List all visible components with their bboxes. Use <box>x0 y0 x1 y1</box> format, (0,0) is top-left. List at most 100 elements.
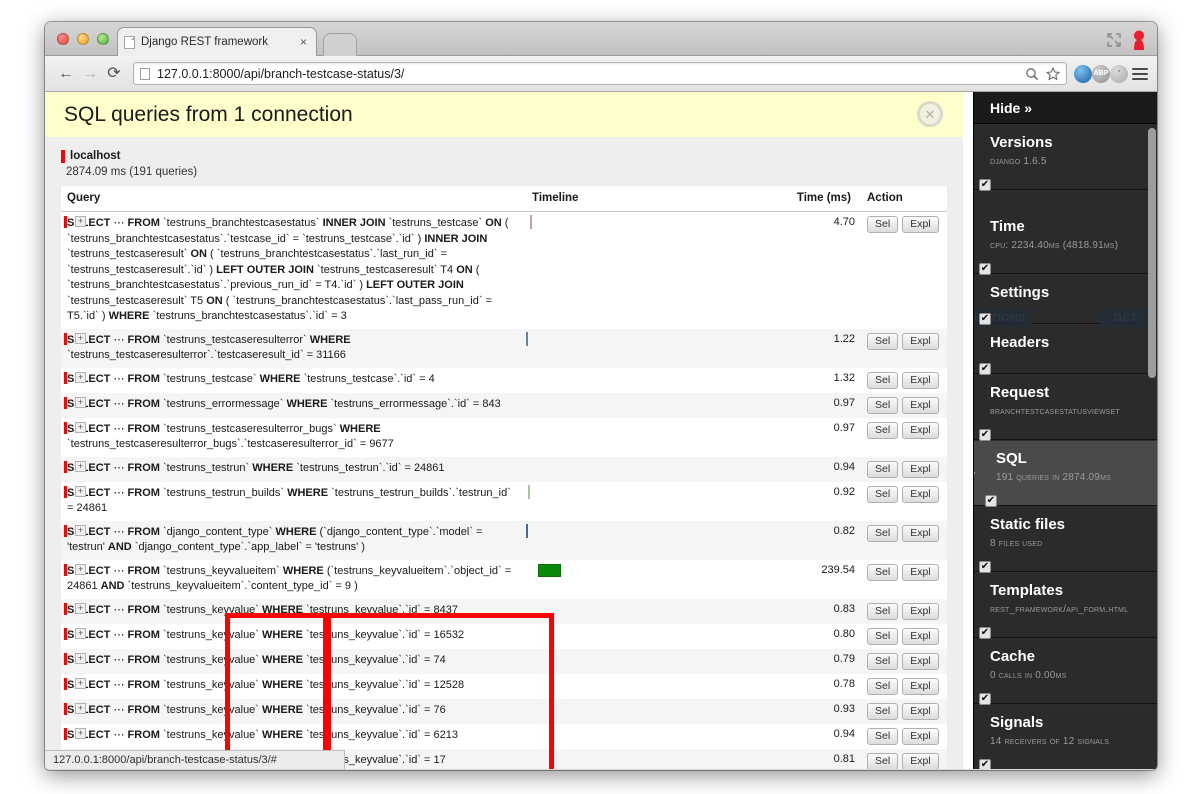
expand-query-toggle[interactable]: + <box>75 371 86 383</box>
explain-query-button[interactable]: Expl <box>902 702 939 720</box>
table-row[interactable]: + SELECT ⋯ FROM `testruns_branchtestcases… <box>61 211 947 329</box>
explain-query-button[interactable]: Expl <box>902 485 939 503</box>
expand-query-toggle[interactable]: + <box>75 421 86 433</box>
select-query-button[interactable]: Sel <box>867 216 899 233</box>
explain-query-button[interactable]: Expl <box>902 396 939 414</box>
explain-query-button[interactable]: Expl <box>902 652 939 670</box>
explain-query-button[interactable]: Expl <box>902 602 939 620</box>
explain-query-button[interactable]: Expl <box>902 460 939 478</box>
window-maximize-button[interactable] <box>97 33 109 45</box>
toolbar-panel-headers[interactable]: Headers ✔ <box>974 324 1157 375</box>
explain-query-button[interactable]: Expl <box>902 332 939 350</box>
maximize-icon[interactable] <box>1107 33 1121 47</box>
search-icon[interactable] <box>1025 67 1039 81</box>
table-row[interactable]: + SELECT ⋯ FROM `testruns_testrun` WHERE … <box>61 456 947 482</box>
expand-query-toggle[interactable]: + <box>75 216 86 227</box>
explain-query-button[interactable]: Expl <box>902 524 939 542</box>
table-row[interactable]: + SELECT ⋯ FROM `testruns_testcase` WHERE… <box>61 367 947 393</box>
back-button[interactable]: ← <box>54 62 78 86</box>
extension-hangouts-icon[interactable]: ” <box>1110 64 1128 83</box>
toolbar-panel-checkbox[interactable]: ✔ <box>979 363 991 375</box>
toolbar-panel-signals[interactable]: Signals 14 receivers of 12 signals ✔ <box>974 704 1157 769</box>
select-query-button[interactable]: Sel <box>867 371 899 389</box>
url-bar[interactable]: 127.0.0.1:8000/api/branch-testcase-statu… <box>133 62 1067 85</box>
select-query-button[interactable]: Sel <box>867 652 899 670</box>
toolbar-panel-checkbox[interactable]: ✔ <box>979 429 991 441</box>
select-query-button[interactable]: Sel <box>867 602 899 620</box>
table-row[interactable]: + SELECT ⋯ FROM `testruns_keyvalueitem` W… <box>61 559 947 599</box>
select-query-button[interactable]: Sel <box>867 396 899 414</box>
table-row[interactable]: + SELECT ⋯ FROM `testruns_testcaseresulte… <box>61 417 947 457</box>
window-close-button[interactable] <box>57 33 69 45</box>
toolbar-panel-checkbox[interactable]: ✔ <box>979 263 991 275</box>
expand-query-toggle[interactable]: + <box>75 332 86 344</box>
explain-query-button[interactable]: Expl <box>902 677 939 695</box>
new-tab-button[interactable] <box>323 33 357 56</box>
browser-menu-icon[interactable] <box>1132 65 1148 83</box>
table-row[interactable]: + SELECT ⋯ FROM `testruns_testcaseresulte… <box>61 328 947 368</box>
column-header-timeline[interactable]: Timeline <box>526 186 781 212</box>
select-query-button[interactable]: Sel <box>867 677 899 695</box>
table-row[interactable]: + SELECT ⋯ FROM `django_content_type` WHE… <box>61 520 947 560</box>
toolbar-panel-versions[interactable]: Versions Django 1.6.5 ✔ <box>974 124 1157 191</box>
toolbar-panel-checkbox[interactable]: ✔ <box>985 495 997 507</box>
explain-query-button[interactable]: Expl <box>902 727 939 745</box>
toolbar-panel-static-files[interactable]: Static files 8 files used ✔ <box>974 506 1157 573</box>
expand-query-toggle[interactable]: + <box>75 727 86 739</box>
expand-query-toggle[interactable]: + <box>75 677 86 689</box>
expand-query-toggle[interactable]: + <box>75 396 86 408</box>
select-query-button[interactable]: Sel <box>867 524 899 542</box>
column-header-query[interactable]: Query <box>61 186 526 212</box>
toolbar-panel-checkbox[interactable]: ✔ <box>979 179 991 191</box>
select-query-button[interactable]: Sel <box>867 727 899 745</box>
toolbar-panel-checkbox[interactable]: ✔ <box>979 627 991 639</box>
toolbar-panel-checkbox[interactable]: ✔ <box>979 313 991 325</box>
bookmark-star-icon[interactable] <box>1046 66 1060 81</box>
select-query-button[interactable]: Sel <box>867 752 899 769</box>
toolbar-panel-cache[interactable]: Cache 0 calls in 0.00ms ✔ <box>974 638 1157 705</box>
expand-query-toggle[interactable]: + <box>75 652 86 664</box>
select-query-button[interactable]: Sel <box>867 460 899 478</box>
table-row[interactable]: +SELECT ⋯ FROM `testruns_keyvalue` WHERE… <box>61 648 947 674</box>
column-header-time[interactable]: Time (ms) <box>781 186 861 212</box>
explain-query-button[interactable]: Expl <box>902 216 939 233</box>
toolbar-panel-templates[interactable]: Templates rest_framework/api_form.html ✔ <box>974 572 1157 639</box>
reload-button[interactable]: ⟳ <box>102 62 126 86</box>
toolbar-panel-request[interactable]: Request BranchTestcaseStatusViewSet ✔ <box>974 374 1157 441</box>
select-query-button[interactable]: Sel <box>867 332 899 350</box>
explain-query-button[interactable]: Expl <box>902 752 939 769</box>
select-query-button[interactable]: Sel <box>867 563 899 581</box>
table-row[interactable]: +SELECT ⋯ FROM `testruns_keyvalue` WHERE… <box>61 623 947 649</box>
table-row[interactable]: + SELECT ⋯ FROM `testruns_errormessage` W… <box>61 392 947 418</box>
toolbar-hide-button[interactable]: Hide » <box>974 92 1157 124</box>
toolbar-panel-checkbox[interactable]: ✔ <box>979 561 991 573</box>
user-pin-icon[interactable] <box>1131 30 1147 50</box>
extension-globe-icon[interactable] <box>1074 64 1092 83</box>
explain-query-button[interactable]: Expl <box>902 627 939 645</box>
expand-query-toggle[interactable]: + <box>75 563 86 575</box>
expand-query-toggle[interactable]: + <box>75 702 86 714</box>
toolbar-panel-time[interactable]: OPTIONS GET Time CPU: 2234.40ms (4818.91ms)… <box>974 190 1157 327</box>
toolbar-scrollbar[interactable] <box>1148 128 1156 378</box>
explain-query-button[interactable]: Expl <box>902 421 939 439</box>
table-row[interactable]: +SELECT ⋯ FROM `testruns_keyvalue` WHERE… <box>61 673 947 699</box>
expand-query-toggle[interactable]: + <box>75 524 86 536</box>
explain-query-button[interactable]: Expl <box>902 563 939 581</box>
toolbar-panel-checkbox[interactable]: ✔ <box>979 759 991 769</box>
window-minimize-button[interactable] <box>77 33 89 45</box>
toolbar-panel-sql[interactable]: SQL 191 queries in 2874.09ms ✔ <box>974 440 1157 507</box>
table-row[interactable]: +SELECT ⋯ FROM `testruns_keyvalue` WHERE… <box>61 723 947 749</box>
browser-tab[interactable]: Django REST framework × <box>117 27 317 56</box>
forward-button[interactable]: → <box>78 62 102 86</box>
table-row[interactable]: + SELECT ⋯ FROM `testruns_testrun_builds`… <box>61 481 947 521</box>
select-query-button[interactable]: Sel <box>867 421 899 439</box>
select-query-button[interactable]: Sel <box>867 702 899 720</box>
close-panel-button[interactable]: ✕ <box>917 101 943 127</box>
toolbar-panel-checkbox[interactable]: ✔ <box>979 693 991 705</box>
table-row[interactable]: +SELECT ⋯ FROM `testruns_keyvalue` WHERE… <box>61 598 947 624</box>
explain-query-button[interactable]: Expl <box>902 371 939 389</box>
tab-close-icon[interactable]: × <box>297 36 310 48</box>
expand-query-toggle[interactable]: + <box>75 602 86 614</box>
expand-query-toggle[interactable]: + <box>75 627 86 639</box>
select-query-button[interactable]: Sel <box>867 485 899 503</box>
